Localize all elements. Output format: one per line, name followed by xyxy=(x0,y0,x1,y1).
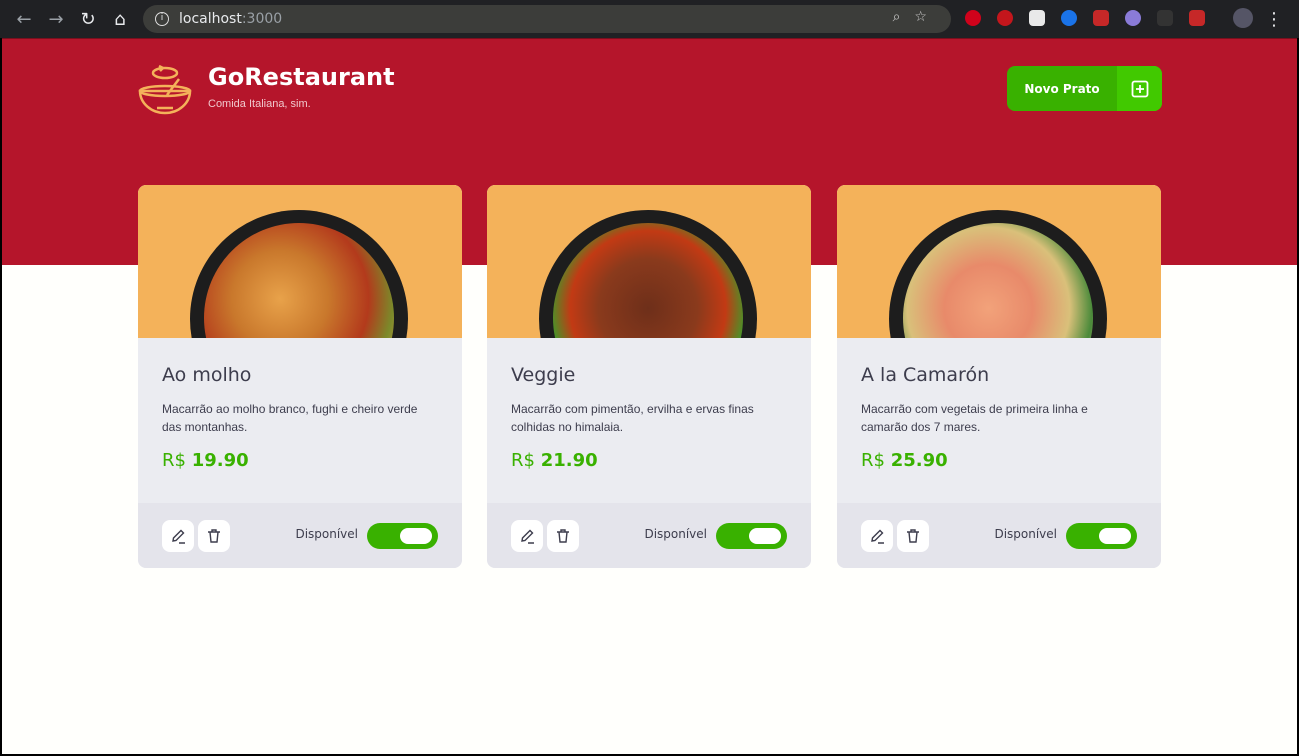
bowl-logo-icon xyxy=(138,64,192,115)
delete-button[interactable] xyxy=(198,520,230,552)
extension-icon[interactable] xyxy=(1189,10,1205,26)
back-icon[interactable]: ← xyxy=(8,9,40,30)
browser-toolbar: ← → ↻ ⌂ i localhost:3000 ⌕☆ ⋮ xyxy=(0,0,1299,38)
availability-label: Disponível xyxy=(644,527,707,541)
trash-icon xyxy=(907,529,919,543)
new-dish-button[interactable]: Novo Prato xyxy=(1007,66,1162,111)
brand-title: GoRestaurant xyxy=(208,63,395,91)
extension-icon[interactable] xyxy=(1061,10,1077,26)
page: GoRestaurant Comida Italiana, sim. Novo … xyxy=(2,38,1297,754)
pencil-icon xyxy=(521,529,534,544)
food-name: Veggie xyxy=(511,364,576,386)
brand-tagline: Comida Italiana, sim. xyxy=(208,98,311,110)
food-description: Macarrão ao molho branco, fughi e cheiro… xyxy=(162,402,418,434)
delete-button[interactable] xyxy=(897,520,929,552)
food-name: Ao molho xyxy=(162,364,252,386)
extension-icon[interactable] xyxy=(965,10,981,26)
address-bar[interactable]: i localhost:3000 ⌕☆ xyxy=(143,5,951,33)
availability-toggle[interactable] xyxy=(1066,523,1137,549)
reload-icon[interactable]: ↻ xyxy=(72,9,104,30)
extension-icon[interactable] xyxy=(1125,10,1141,26)
plus-square-icon xyxy=(1117,66,1162,111)
pencil-icon xyxy=(172,529,185,544)
food-price: R$ 21.90 xyxy=(511,450,598,471)
trash-icon xyxy=(208,529,220,543)
availability-label: Disponível xyxy=(295,527,358,541)
info-icon[interactable]: i xyxy=(155,12,169,26)
food-card: A la Camarón Macarrão com vegetais de pr… xyxy=(837,185,1161,568)
delete-button[interactable] xyxy=(547,520,579,552)
extension-icon[interactable] xyxy=(1157,10,1173,26)
pencil-icon xyxy=(871,529,884,544)
food-image xyxy=(837,185,1161,338)
availability-toggle[interactable] xyxy=(367,523,438,549)
food-description: Macarrão com vegetais de primeira linha … xyxy=(861,402,1088,434)
forward-icon[interactable]: → xyxy=(40,9,72,30)
availability-toggle[interactable] xyxy=(716,523,787,549)
edit-button[interactable] xyxy=(511,520,543,552)
edit-button[interactable] xyxy=(162,520,194,552)
food-card: Ao molho Macarrão ao molho branco, fughi… xyxy=(138,185,462,568)
food-image xyxy=(487,185,811,338)
zoom-star-icons[interactable]: ⌕☆ xyxy=(893,9,941,25)
food-name: A la Camarón xyxy=(861,364,990,386)
food-description: Macarrão com pimentão, ervilha e ervas f… xyxy=(511,402,754,434)
food-price: R$ 25.90 xyxy=(861,450,948,471)
extension-icon[interactable] xyxy=(1029,10,1045,26)
extension-icon[interactable] xyxy=(1093,10,1109,26)
availability-label: Disponível xyxy=(994,527,1057,541)
home-icon[interactable]: ⌂ xyxy=(104,9,136,30)
extension-icon[interactable] xyxy=(997,10,1013,26)
avatar[interactable] xyxy=(1233,8,1253,28)
food-image xyxy=(138,185,462,338)
edit-button[interactable] xyxy=(861,520,893,552)
food-card: Veggie Macarrão com pimentão, ervilha e … xyxy=(487,185,811,568)
menu-icon[interactable]: ⋮ xyxy=(1258,9,1290,30)
food-price: R$ 19.90 xyxy=(162,450,249,471)
trash-icon xyxy=(557,529,569,543)
